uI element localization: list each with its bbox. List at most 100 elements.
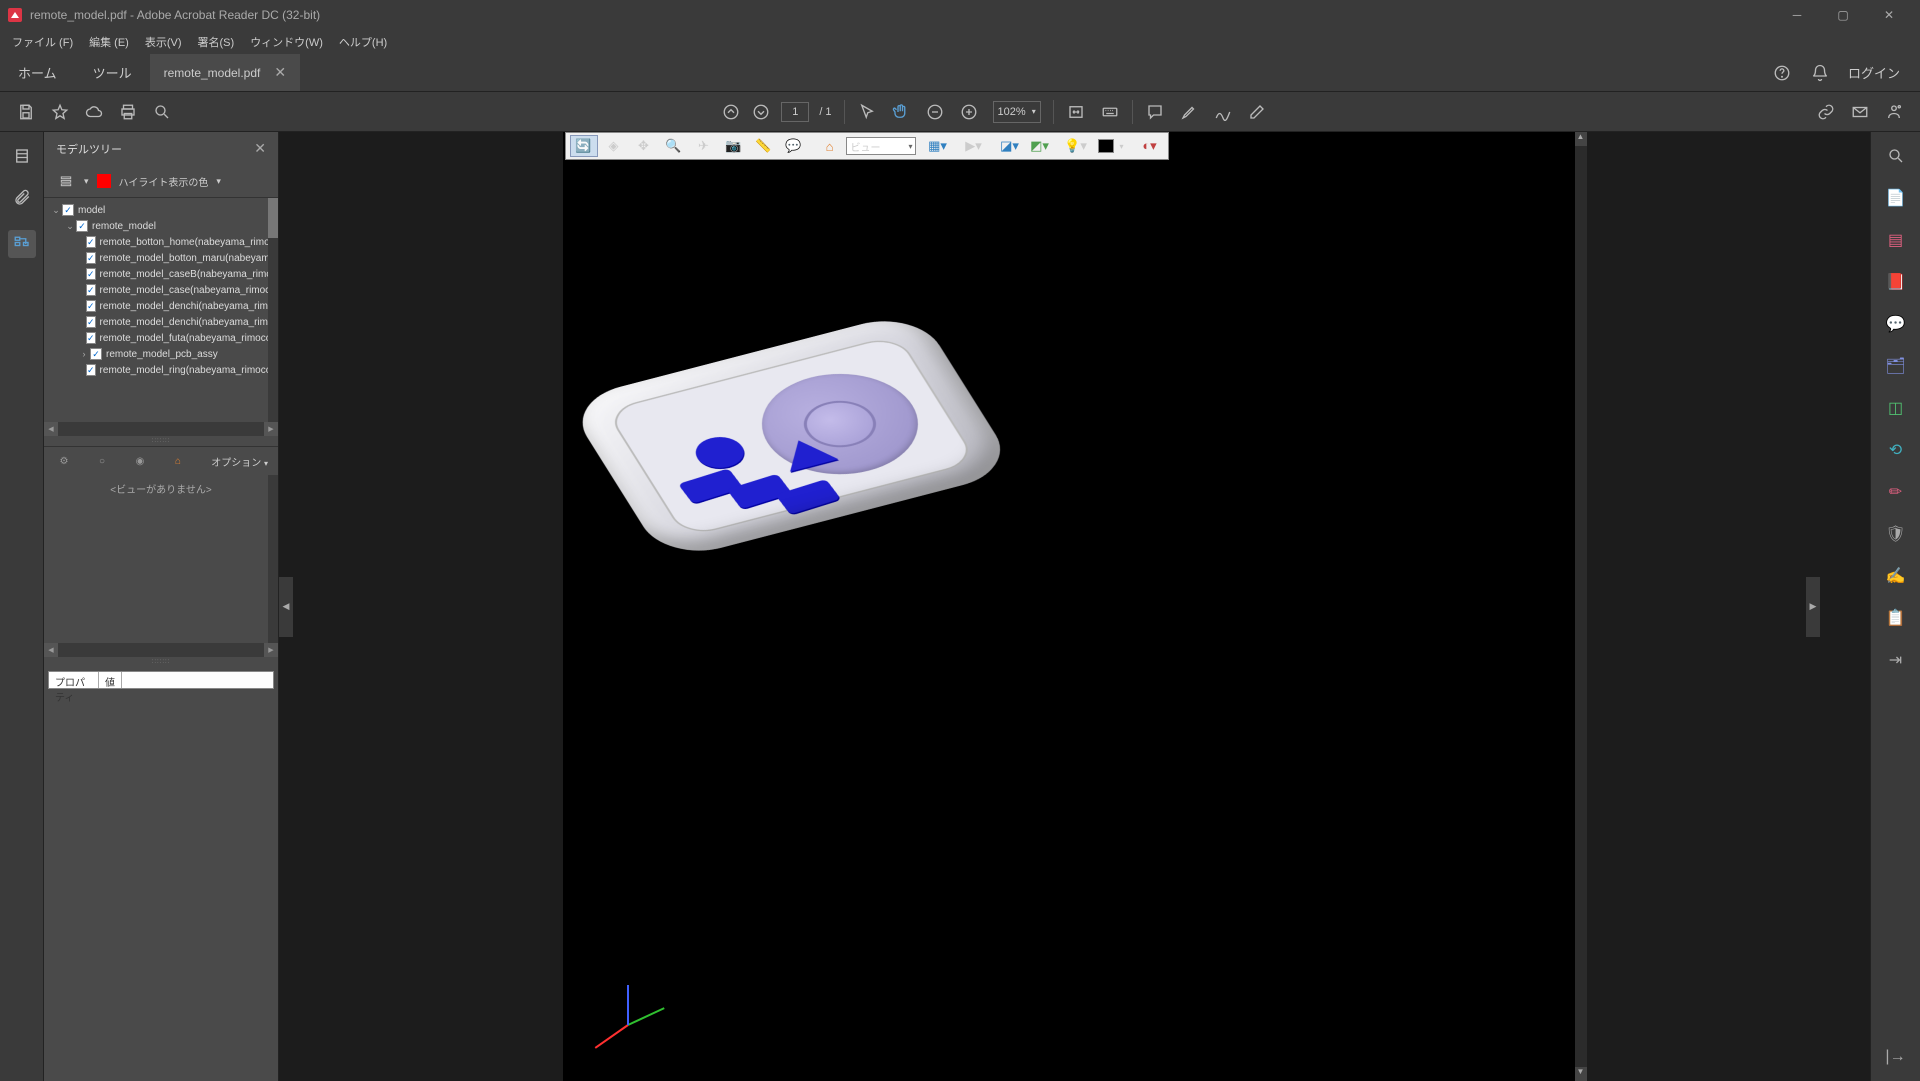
sign-tool-icon[interactable]: ✍ <box>1884 564 1908 588</box>
attachments-icon[interactable] <box>12 188 32 208</box>
tree-node-label[interactable]: remote_model_case(nabeyama_rimocon <box>100 285 272 296</box>
print-icon[interactable] <box>118 102 138 122</box>
splitter-handle[interactable]: ::::::: <box>44 436 278 446</box>
cloud-icon[interactable] <box>84 102 104 122</box>
3d-view-select[interactable]: ビュー <box>846 137 916 155</box>
options-label[interactable]: オプション ▾ <box>211 454 268 469</box>
comment-tool-icon[interactable]: 💬 <box>1884 312 1908 336</box>
bell-icon[interactable] <box>1810 63 1830 83</box>
collapse-right-panel-button[interactable]: ▶ <box>1806 577 1820 637</box>
zoom-in-icon[interactable] <box>959 102 979 122</box>
tree-node-label[interactable]: remote_model_denchi(nabeyama_rimoc <box>100 317 272 328</box>
tab-close-button[interactable]: ✕ <box>274 64 286 81</box>
login-button[interactable]: ログイン <box>1848 63 1900 82</box>
hand-icon[interactable] <box>891 102 911 122</box>
tree-toggle[interactable]: › <box>78 349 90 359</box>
3d-home-icon[interactable]: ⌂ <box>816 135 844 157</box>
tree-checkbox[interactable]: ✓ <box>86 316 96 328</box>
tree-checkbox[interactable]: ✓ <box>86 268 96 280</box>
3d-play-icon[interactable]: ▶▾ <box>960 135 988 157</box>
search-tool-icon[interactable] <box>1884 144 1908 168</box>
menu-sign[interactable]: 署名(S) <box>198 34 235 50</box>
menu-view[interactable]: 表示(V) <box>145 34 182 50</box>
3d-camera-icon[interactable]: 📷 <box>720 135 748 157</box>
tree-scrollbar[interactable] <box>268 198 278 422</box>
tree-node-label[interactable]: remote_model_botton_maru(nabeyama_ <box>100 253 272 264</box>
highlight-icon[interactable] <box>1179 102 1199 122</box>
tab-document[interactable]: remote_model.pdf ✕ <box>150 54 300 91</box>
view-home-icon[interactable]: ⌂ <box>168 451 188 471</box>
export-pdf-icon[interactable]: 📄 <box>1884 186 1908 210</box>
tree-hscroll[interactable] <box>44 422 278 436</box>
create-pdf-icon[interactable]: 📕 <box>1884 270 1908 294</box>
3d-part-icon[interactable]: ◩▾ <box>1026 135 1054 157</box>
3d-model-viewport[interactable] <box>564 300 1081 604</box>
tree-node-label[interactable]: remote_model_denchi(nabeyama_rimoc <box>100 301 272 312</box>
tree-checkbox[interactable]: ✓ <box>86 332 96 344</box>
model-tree-icon[interactable] <box>8 230 36 258</box>
maximize-button[interactable]: ▢ <box>1820 0 1866 30</box>
3d-toggle-tree-icon[interactable]: ▦▾ <box>924 135 952 157</box>
tree-checkbox[interactable]: ✓ <box>86 300 96 312</box>
pointer-icon[interactable] <box>857 102 877 122</box>
edit-pdf-icon[interactable]: ▤ <box>1884 228 1908 252</box>
3d-fly-icon[interactable]: ✈ <box>690 135 718 157</box>
mail-icon[interactable] <box>1850 102 1870 122</box>
organize-icon[interactable]: ◫ <box>1884 396 1908 420</box>
highlight-color-chip[interactable] <box>97 174 111 188</box>
tree-checkbox[interactable]: ✓ <box>90 348 102 360</box>
page-vscroll[interactable]: ▲ ▼ <box>1575 132 1587 1081</box>
3d-spin-icon[interactable]: ◈ <box>600 135 628 157</box>
tree-node-label[interactable]: remote_model_futa(nabeyama_rimocon_ <box>100 333 272 344</box>
page-up-icon[interactable] <box>721 102 741 122</box>
more-tools-icon[interactable]: 📋 <box>1884 606 1908 630</box>
3d-render-icon[interactable]: ◪▾ <box>996 135 1024 157</box>
page-down-icon[interactable] <box>751 102 771 122</box>
menu-edit[interactable]: 編集 (E) <box>89 34 129 50</box>
tree-checkbox[interactable]: ✓ <box>86 364 96 376</box>
3d-cross-section-icon[interactable]: ◐▾ <box>1136 135 1164 157</box>
thumbnails-icon[interactable] <box>12 146 32 166</box>
tab-tools[interactable]: ツール <box>75 54 150 91</box>
save-icon[interactable] <box>16 102 36 122</box>
3d-zoom-icon[interactable]: 🔍 <box>660 135 688 157</box>
view-scrollbar[interactable] <box>268 475 278 643</box>
3d-bgcolor-swatch[interactable] <box>1098 139 1114 153</box>
3d-pan-icon[interactable]: ✥ <box>630 135 658 157</box>
comment-icon[interactable] <box>1145 102 1165 122</box>
tree-node-label[interactable]: remote_model_ring(nabeyama_rimocon_ <box>100 365 272 376</box>
view-hscroll[interactable] <box>44 643 278 657</box>
convert-icon[interactable]: ⇥ <box>1884 648 1908 672</box>
minimize-button[interactable]: ─ <box>1774 0 1820 30</box>
tab-home[interactable]: ホーム <box>0 54 75 91</box>
tree-list-icon[interactable] <box>56 171 76 191</box>
tree-node-label[interactable]: remote_botton_home(nabeyama_rimoco <box>100 237 272 248</box>
tree-checkbox[interactable]: ✓ <box>86 252 96 264</box>
zoom-out-icon[interactable] <box>925 102 945 122</box>
tree-checkbox[interactable]: ✓ <box>62 204 74 216</box>
view-gear-icon[interactable]: ⚙ <box>54 451 74 471</box>
expand-rail-icon[interactable]: |→ <box>1884 1045 1908 1069</box>
combine-icon[interactable]: 🗂 <box>1884 354 1908 378</box>
tree-node-label[interactable]: remote_model <box>92 221 156 232</box>
eraser-icon[interactable] <box>1247 102 1267 122</box>
page-number-input[interactable] <box>781 102 809 122</box>
help-icon[interactable] <box>1772 63 1792 83</box>
tree-node-label[interactable]: remote_model_caseB(nabeyama_rimoco <box>100 269 272 280</box>
highlight-label[interactable]: ハイライト表示の色 <box>119 174 209 189</box>
search-icon[interactable] <box>152 102 172 122</box>
tree-checkbox[interactable]: ✓ <box>86 236 96 248</box>
collapse-left-panel-button[interactable]: ◀ <box>279 577 293 637</box>
compress-icon[interactable]: ⟲ <box>1884 438 1908 462</box>
fit-width-icon[interactable] <box>1066 102 1086 122</box>
redact-icon[interactable]: ✏ <box>1884 480 1908 504</box>
keyboard-icon[interactable] <box>1100 102 1120 122</box>
tree-checkbox[interactable]: ✓ <box>86 284 96 296</box>
3d-comment-icon[interactable]: 💬 <box>780 135 808 157</box>
tree-node-label[interactable]: remote_model_pcb_assy <box>106 349 218 360</box>
menu-window[interactable]: ウィンドウ(W) <box>250 34 323 50</box>
tree-checkbox[interactable]: ✓ <box>76 220 88 232</box>
panel-close-button[interactable]: ✕ <box>254 140 266 157</box>
menu-help[interactable]: ヘルプ(H) <box>339 34 387 50</box>
draw-icon[interactable] <box>1213 102 1233 122</box>
